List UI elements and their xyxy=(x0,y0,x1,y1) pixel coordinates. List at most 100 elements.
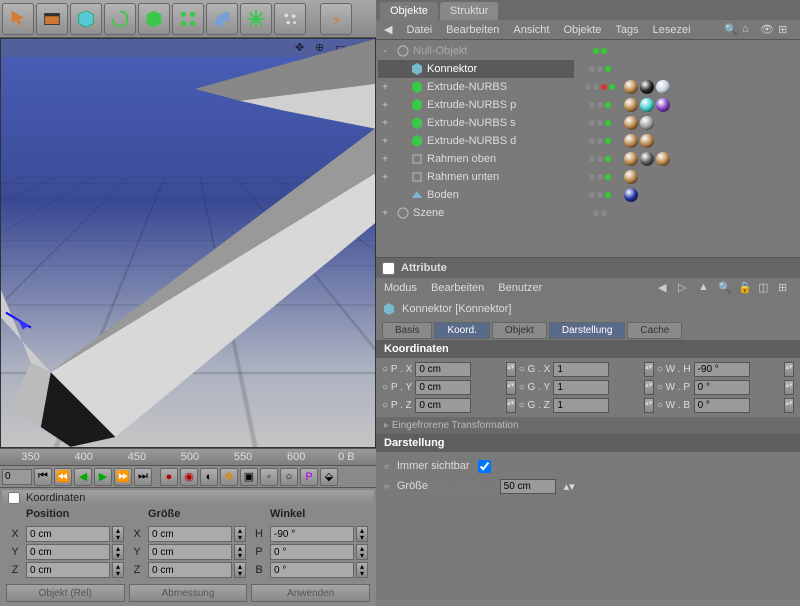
material-tag[interactable] xyxy=(640,152,654,166)
tree-item[interactable]: +Extrude-NURBS xyxy=(378,78,574,96)
coord-Y[interactable] xyxy=(148,544,232,560)
param-key[interactable]: P xyxy=(300,468,318,486)
menu-modus[interactable]: Modus xyxy=(384,282,417,294)
material-tag[interactable] xyxy=(656,152,670,166)
coord-H[interactable] xyxy=(270,526,354,542)
tree-item[interactable]: +Extrude-NURBS p xyxy=(378,96,574,114)
material-tag[interactable] xyxy=(624,116,638,130)
coord-Z[interactable] xyxy=(26,562,110,578)
visibility-dots[interactable] xyxy=(576,42,624,60)
expand-toggle[interactable]: + xyxy=(380,82,390,93)
visibility-dots[interactable] xyxy=(576,78,624,96)
size-spinner[interactable]: ▴▾ xyxy=(564,480,575,493)
menu-benutzer[interactable]: Benutzer xyxy=(498,282,542,294)
expand-toggle[interactable]: + xyxy=(380,154,390,165)
material-tag[interactable] xyxy=(624,152,638,166)
tree-item[interactable]: +Extrude-NURBS d xyxy=(378,132,574,150)
spinner[interactable]: ▴▾ xyxy=(506,362,516,377)
tree-item[interactable]: Konnektor xyxy=(378,60,574,78)
tool-film[interactable] xyxy=(36,3,68,35)
coord-B[interactable] xyxy=(270,562,354,578)
menu-bearbeiten2[interactable]: Bearbeiten xyxy=(431,282,484,294)
frozen-transform[interactable]: Eingefrorene Transformation xyxy=(376,417,800,434)
expand-toggle[interactable]: + xyxy=(380,118,390,129)
nav-fwd-icon[interactable]: ▷ xyxy=(678,281,692,295)
coord-X[interactable] xyxy=(148,526,232,542)
coord-Y[interactable] xyxy=(26,544,110,560)
material-tag[interactable] xyxy=(624,98,638,112)
tool-snap[interactable] xyxy=(172,3,204,35)
tab-objekte[interactable]: Objekte xyxy=(380,2,438,20)
tool-select[interactable] xyxy=(2,3,34,35)
lock-icon[interactable]: 🔒 xyxy=(738,281,752,295)
visibility-dots[interactable] xyxy=(576,186,624,204)
visibility-dots[interactable] xyxy=(576,132,624,150)
goto-start[interactable]: ⏮ xyxy=(34,468,52,486)
coord-P[interactable] xyxy=(270,544,354,560)
size-input[interactable] xyxy=(500,479,556,494)
sel-key[interactable]: ▣ xyxy=(240,468,258,486)
spinner[interactable]: ▴▾ xyxy=(112,562,124,578)
atab-basis[interactable]: Basis xyxy=(382,322,432,339)
spinner[interactable]: ▴▾ xyxy=(356,562,368,578)
coord-Z[interactable] xyxy=(148,562,232,578)
visibility-dots[interactable] xyxy=(576,60,624,78)
coord-toggle[interactable] xyxy=(8,492,20,504)
atab-cache[interactable]: Cache xyxy=(627,322,682,339)
tree-item[interactable]: +Extrude-NURBS s xyxy=(378,114,574,132)
prev-key[interactable]: ⏪ xyxy=(54,468,72,486)
tree-item[interactable]: +Rahmen unten xyxy=(378,168,574,186)
material-tag[interactable] xyxy=(656,98,670,112)
move-key[interactable]: ✥ xyxy=(220,468,238,486)
material-tag[interactable] xyxy=(624,188,638,202)
viewport-3d[interactable]: ✥ ⊕ ▭ ⊞ xyxy=(0,38,376,448)
attr-P.Y[interactable] xyxy=(415,380,471,395)
material-tag[interactable] xyxy=(640,98,654,112)
spinner[interactable]: ▴▾ xyxy=(234,544,246,560)
spinner[interactable]: ▴▾ xyxy=(644,398,654,413)
attr-G.Y[interactable] xyxy=(553,380,609,395)
spinner[interactable]: ▴▾ xyxy=(506,398,516,413)
visibility-dots[interactable] xyxy=(576,168,624,186)
eye-icon[interactable]: 👁 xyxy=(760,23,774,37)
tool-cube[interactable] xyxy=(70,3,102,35)
spinner[interactable]: ▴▾ xyxy=(784,362,794,377)
play-fwd[interactable]: ▶ xyxy=(94,468,112,486)
material-tag[interactable] xyxy=(624,170,638,184)
visibility-dots[interactable] xyxy=(576,150,624,168)
menu-lesezei[interactable]: Lesezei xyxy=(653,24,691,36)
nav-up-icon[interactable]: ▲ xyxy=(698,281,712,295)
tool-spiral[interactable] xyxy=(104,3,136,35)
attr-G.X[interactable] xyxy=(553,362,609,377)
spinner[interactable]: ▴▾ xyxy=(506,380,516,395)
new-icon[interactable]: ◫ xyxy=(758,281,772,295)
next-key[interactable]: ⏩ xyxy=(114,468,132,486)
chevron-left-icon[interactable]: ◀ xyxy=(384,23,392,36)
material-tag[interactable] xyxy=(656,80,670,94)
frame-start[interactable] xyxy=(2,469,32,485)
material-tag[interactable] xyxy=(640,116,654,130)
spinner[interactable]: ▴▾ xyxy=(112,544,124,560)
material-tag[interactable] xyxy=(640,134,654,148)
spinner[interactable]: ▴▾ xyxy=(356,526,368,542)
expand-toggle[interactable]: + xyxy=(380,100,390,111)
spinner[interactable]: ▴▾ xyxy=(784,398,794,413)
tool-expand[interactable] xyxy=(240,3,272,35)
pt-key[interactable]: ◦ xyxy=(260,468,278,486)
attr-W.B[interactable] xyxy=(694,398,750,413)
atab-objekt[interactable]: Objekt xyxy=(492,322,547,339)
menu-datei[interactable]: Datei xyxy=(406,24,432,36)
tab-struktur[interactable]: Struktur xyxy=(440,2,499,20)
record[interactable]: ● xyxy=(160,468,178,486)
tree-item[interactable]: Boden xyxy=(378,186,574,204)
key-opts[interactable]: ◐ xyxy=(200,468,218,486)
spinner[interactable]: ▴▾ xyxy=(234,526,246,542)
spinner[interactable]: ▴▾ xyxy=(784,380,794,395)
link-key[interactable]: ⬙ xyxy=(320,468,338,486)
material-tag[interactable] xyxy=(624,134,638,148)
attr-G.Z[interactable] xyxy=(553,398,609,413)
tool-particles[interactable] xyxy=(274,3,306,35)
home-icon[interactable]: ⌂ xyxy=(742,23,756,37)
tree-item[interactable]: +Rahmen oben xyxy=(378,150,574,168)
circle-key[interactable]: ○ xyxy=(280,468,298,486)
